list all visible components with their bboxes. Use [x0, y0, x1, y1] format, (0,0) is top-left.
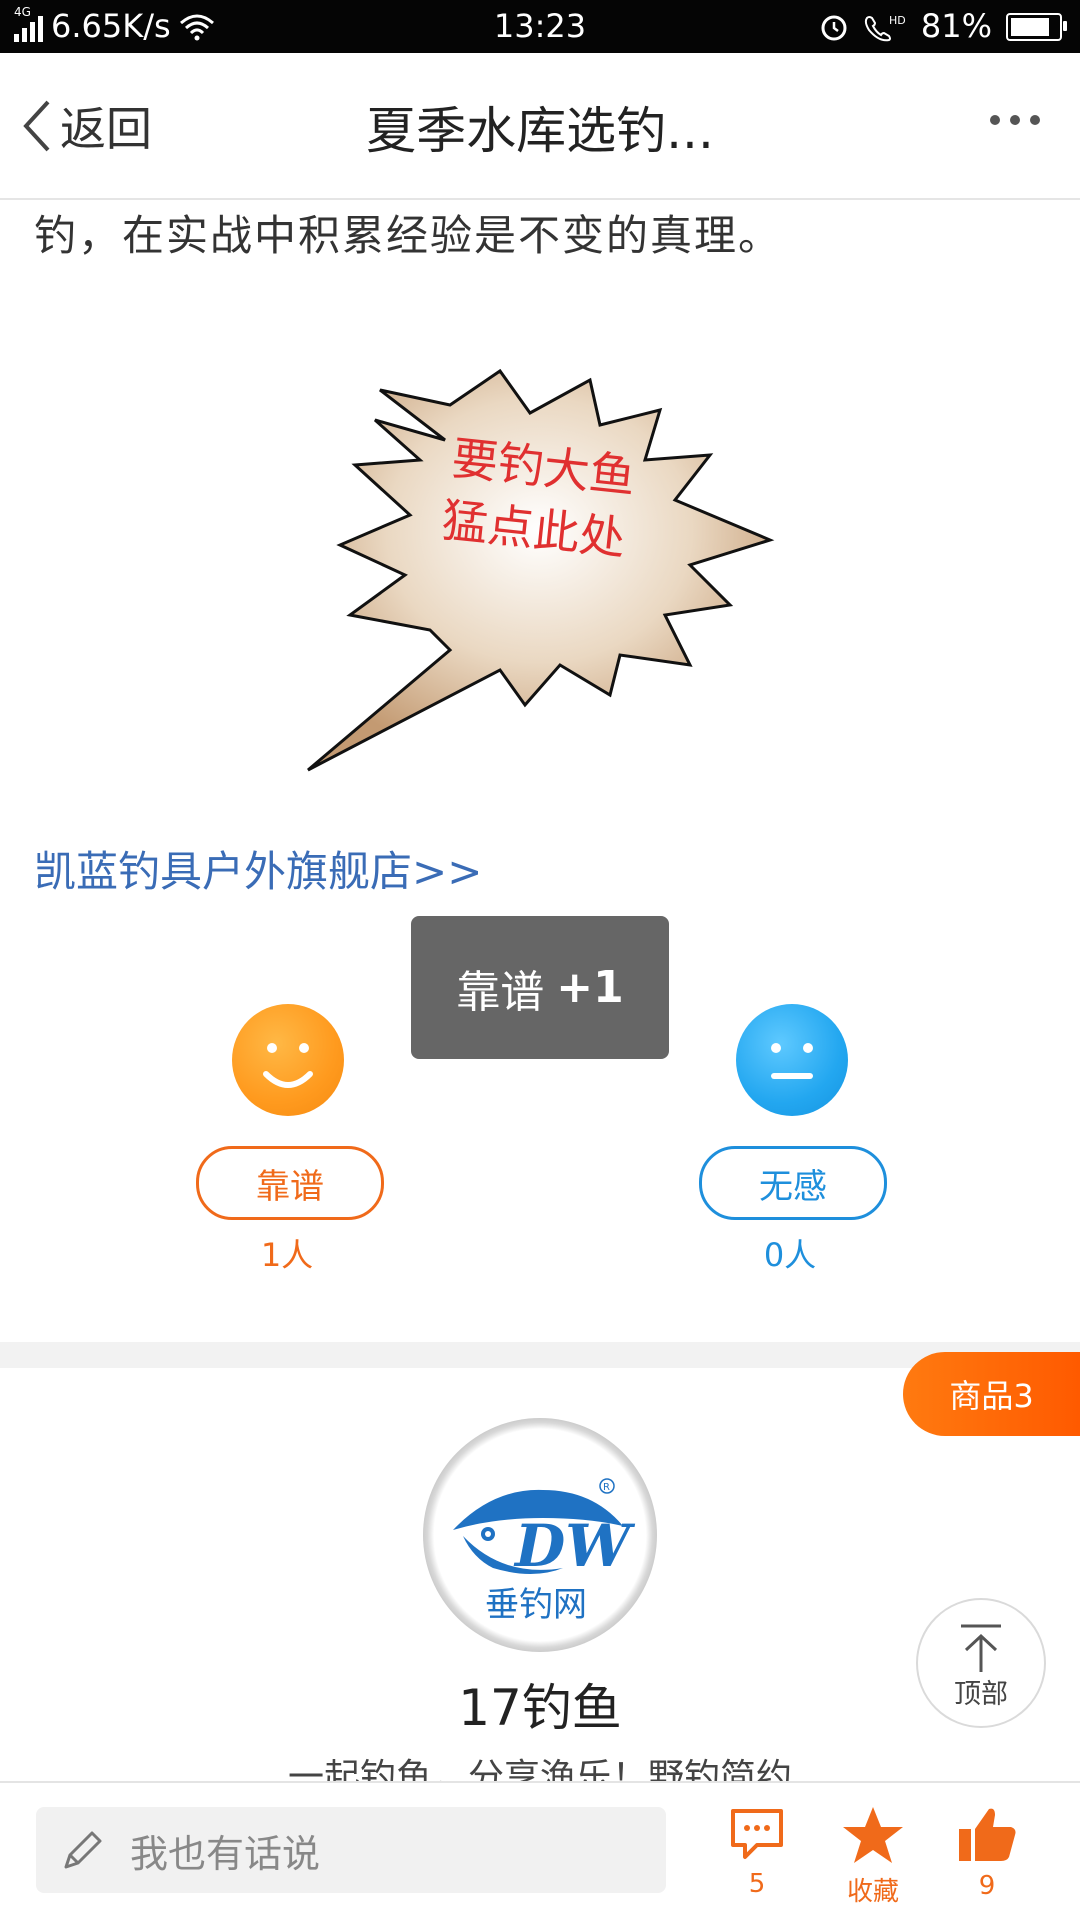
more-dot-icon — [990, 115, 1000, 125]
favorite-label: 收藏 — [846, 1877, 899, 1907]
shop-link[interactable]: 凯蓝钓具户外旗舰店>> — [34, 838, 482, 899]
happy-face-icon[interactable] — [232, 1004, 344, 1116]
more-menu-button[interactable] — [990, 115, 1040, 125]
goods-tab-button[interactable]: 商品3 — [903, 1352, 1080, 1436]
comment-placeholder: 我也有话说 — [130, 1831, 321, 1876]
comment-input[interactable]: 我也有话说 — [36, 1807, 666, 1893]
author-avatar[interactable]: DW 垂钓网 R — [423, 1418, 657, 1652]
author-logo-icon: DW 垂钓网 R — [453, 1478, 635, 1625]
logo-letters: DW — [513, 1512, 635, 1580]
pencil-icon — [64, 1831, 102, 1869]
thumbs-up-icon — [959, 1808, 1016, 1861]
indifferent-vote-button[interactable]: 无感 — [699, 1146, 887, 1220]
comment-count: 5 — [748, 1869, 766, 1899]
logo-text: 垂钓网 — [485, 1585, 587, 1625]
indifferent-vote-count: 0人 — [763, 1236, 817, 1274]
favorite-button[interactable]: 收藏 — [818, 1805, 928, 1908]
star-icon — [843, 1807, 903, 1863]
like-button[interactable]: 9 — [932, 1805, 1042, 1901]
article-text-line: 钓，在实战中积累经验是不变的真理。 — [34, 211, 783, 260]
svg-text:HD: HD — [889, 14, 906, 27]
status-bar: 4G 6.65K/s 13:23 HD 81% — [0, 0, 1080, 53]
toast-label: 靠谱 — [456, 966, 545, 1018]
like-count: 9 — [978, 1871, 996, 1901]
svg-text:R: R — [603, 1482, 610, 1493]
comments-button[interactable]: 5 — [702, 1805, 812, 1899]
status-right: HD 81% — [819, 0, 1067, 53]
comment-bubble-icon — [731, 1809, 783, 1859]
bottom-action-bar: 我也有话说 5 收藏 9 — [0, 1781, 1080, 1922]
promo-burst-image[interactable]: 要钓大鱼 猛点此处 — [300, 365, 780, 775]
back-to-top-button[interactable]: 顶部 — [916, 1598, 1046, 1728]
battery-percent: 81% — [920, 7, 992, 45]
toast-plus: +1 — [556, 962, 624, 1013]
reliable-vote-count: 1人 — [260, 1236, 314, 1274]
neutral-face-icon[interactable] — [736, 1004, 848, 1116]
vote-toast: 靠谱 +1 — [411, 916, 669, 1059]
reliable-vote-button[interactable]: 靠谱 — [196, 1146, 384, 1220]
more-dot-icon — [1010, 115, 1020, 125]
hd-call-icon: HD — [864, 14, 906, 41]
back-to-top-label: 顶部 — [954, 1679, 1008, 1710]
more-dot-icon — [1030, 115, 1040, 125]
alarm-icon — [821, 15, 847, 40]
author-tagline: 一起钓鱼，分享渔乐！野钓简约 — [287, 1757, 792, 1781]
page-title: 夏季水库选钓... — [366, 102, 714, 160]
battery-icon — [1006, 12, 1067, 41]
top-nav-bar: 返回 夏季水库选钓... — [0, 53, 1080, 200]
